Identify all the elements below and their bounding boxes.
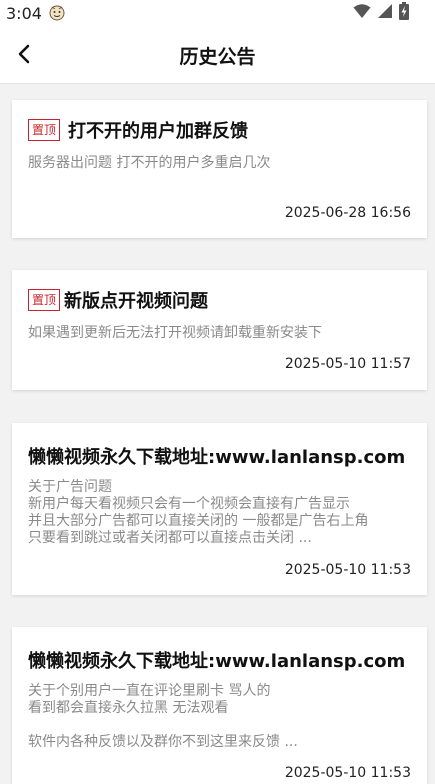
notice-title-row: 置顶 新版点开视频问题 (28, 287, 415, 313)
wifi-icon (353, 3, 371, 23)
notice-title: 打不开的用户加群反馈 (68, 121, 249, 142)
notice-body: 关于个别用户一直在评论里刷卡 骂人的 看到都会直接永久拉黑 无法观看 软件内各种… (28, 683, 298, 750)
notice-card[interactable]: 置顶 打不开的用户加群反馈 服务器出问题 打不开的用户多重启几次 2025-06… (12, 100, 427, 238)
notice-title: 懒懒视频永久下载地址:www.lanlansp.com (28, 651, 406, 672)
nav-bar: 历史公告 (0, 28, 435, 84)
pinned-badge: 置顶 (28, 119, 61, 141)
notice-card[interactable]: 懒懒视频永久下载地址:www.lanlansp.com 关于广告问题 新用户每天… (12, 423, 427, 595)
notice-time: 2025-05-10 11:57 (284, 356, 411, 372)
notice-card[interactable]: 置顶 新版点开视频问题 如果遇到更新后无法打开视频请卸载重新安装下 2025-0… (12, 270, 427, 390)
notice-body: 服务器出问题 打不开的用户多重启几次 (28, 155, 271, 171)
battery-charging-icon (399, 2, 409, 24)
notice-title: 新版点开视频问题 (64, 291, 209, 312)
notice-title-row: 懒懒视频永久下载地址:www.lanlansp.com (28, 647, 415, 673)
notice-body: 关于广告问题 新用户每天看视频只会有一个视频会直接有广告显示 并且大部分广告都可… (28, 479, 369, 546)
status-bar: 3:04 (0, 0, 435, 28)
notice-time: 2025-05-10 11:53 (284, 765, 411, 781)
notice-title: 懒懒视频永久下载地址:www.lanlansp.com (28, 447, 406, 468)
notice-body: 如果遇到更新后无法打开视频请卸载重新安装下 (28, 325, 322, 341)
signal-icon (377, 3, 393, 23)
status-time: 3:04 (6, 4, 42, 23)
page-title: 历史公告 (179, 46, 256, 68)
notice-title-row: 懒懒视频永久下载地址:www.lanlansp.com (28, 443, 415, 469)
notice-time: 2025-05-10 11:53 (284, 562, 411, 578)
pinned-badge: 置顶 (28, 289, 61, 311)
notice-time: 2025-06-28 16:56 (284, 205, 411, 221)
notice-card[interactable]: 懒懒视频永久下载地址:www.lanlansp.com 关于个别用户一直在评论里… (12, 627, 427, 784)
cartoon-face-icon (48, 3, 66, 21)
status-icons (353, 2, 409, 24)
notice-title-row: 置顶 打不开的用户加群反馈 (28, 117, 415, 143)
